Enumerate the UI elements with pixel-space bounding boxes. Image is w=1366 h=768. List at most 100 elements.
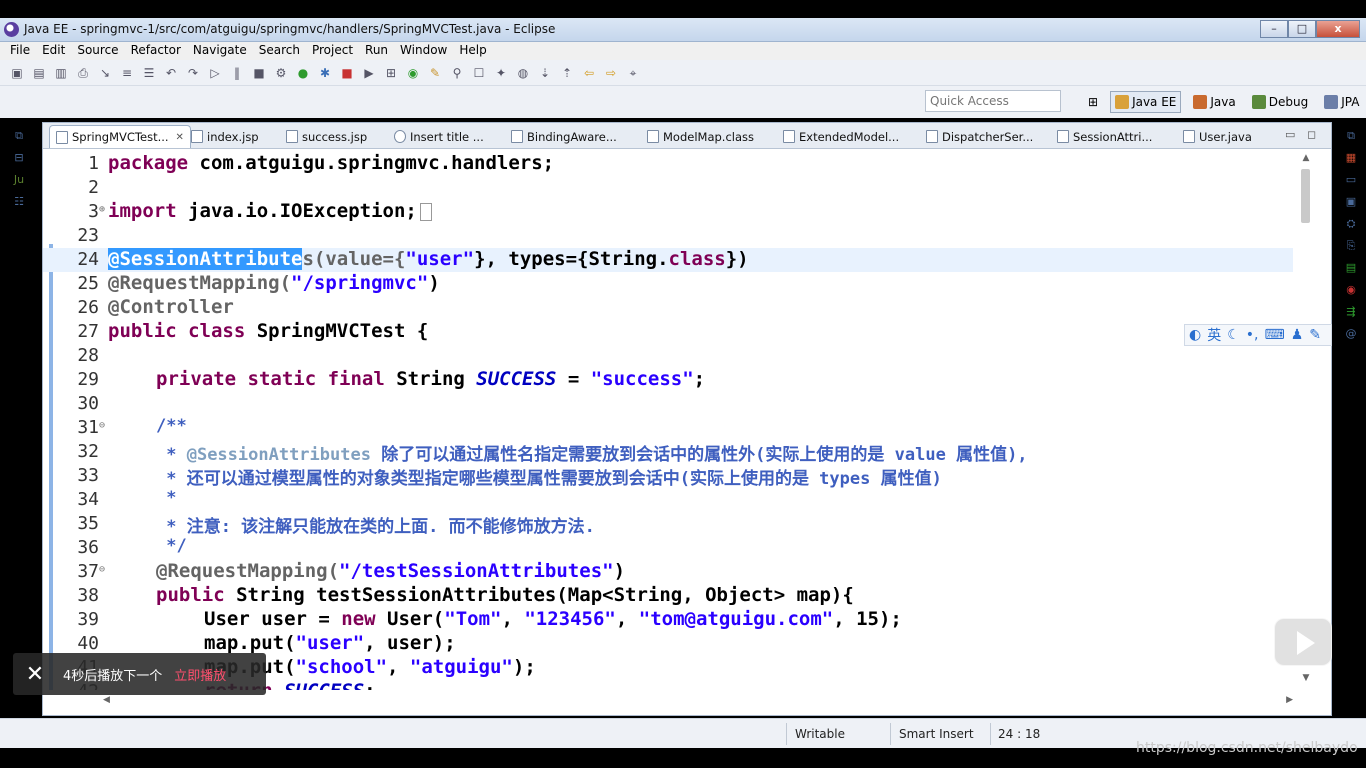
- snippets-icon[interactable]: ⎘: [1343, 238, 1359, 254]
- code-area[interactable]: 1 package com.atguigu.springmvc.handlers…: [43, 150, 1331, 690]
- folded-block-icon[interactable]: [419, 202, 432, 221]
- maximize-editor-icon[interactable]: ◻: [1307, 128, 1316, 141]
- close-tab-icon[interactable]: ✕: [176, 132, 184, 143]
- save-icon[interactable]: ▤: [30, 64, 48, 82]
- minimize-editor-icon[interactable]: ▭: [1285, 128, 1295, 141]
- video-play-button[interactable]: [1274, 618, 1332, 666]
- server-icon[interactable]: ⚙: [272, 64, 290, 82]
- window-title: Java EE - springmvc-1/src/com/atguigu/sp…: [24, 22, 556, 36]
- tab-success-jsp[interactable]: success.jsp: [280, 125, 373, 148]
- ime-moon-icon[interactable]: ☾: [1227, 327, 1240, 343]
- outline-icon[interactable]: ☷: [11, 194, 27, 210]
- new-icon[interactable]: ▣: [8, 64, 26, 82]
- annotation-icon[interactable]: ✦: [492, 64, 510, 82]
- progress-icon[interactable]: ⇶: [1343, 304, 1359, 320]
- junit-icon[interactable]: Ju: [11, 172, 27, 188]
- play-now-link[interactable]: 立即播放: [174, 665, 226, 684]
- scroll-thumb[interactable]: [1301, 169, 1310, 223]
- perspective-java-ee[interactable]: Java EE: [1110, 91, 1182, 113]
- restore-icon[interactable]: ⧉: [11, 128, 27, 144]
- close-button[interactable]: x: [1316, 20, 1360, 38]
- menu-run[interactable]: Run: [359, 42, 394, 60]
- servers-icon[interactable]: ▣: [1343, 194, 1359, 210]
- search-view-icon[interactable]: @: [1343, 326, 1359, 342]
- error-log-icon[interactable]: ◉: [1343, 282, 1359, 298]
- menu-project[interactable]: Project: [306, 42, 359, 60]
- web-browser-icon[interactable]: ◍: [514, 64, 532, 82]
- scroll-right-icon[interactable]: ▶: [1286, 695, 1293, 705]
- minimize-button[interactable]: –: [1260, 20, 1288, 38]
- perspective-jpa[interactable]: JPA: [1320, 91, 1363, 113]
- tab-bindingaware[interactable]: BindingAware...: [505, 125, 623, 148]
- ime-keyboard-icon[interactable]: ⌨: [1265, 327, 1285, 343]
- ime-language-label[interactable]: 英: [1207, 325, 1221, 345]
- quick-access-input[interactable]: [925, 90, 1061, 112]
- forward-icon[interactable]: ⇨: [602, 64, 620, 82]
- perspective-debug[interactable]: Debug: [1248, 91, 1312, 113]
- collapse-fold-icon[interactable]: ⊖: [99, 420, 105, 431]
- tab-modelmap[interactable]: ModelMap.class: [641, 125, 760, 148]
- ime-settings-icon[interactable]: ✎: [1309, 327, 1321, 343]
- ime-logo-icon[interactable]: ◐: [1189, 327, 1201, 343]
- back-icon[interactable]: ⇦: [580, 64, 598, 82]
- markers-icon[interactable]: ▦: [1343, 150, 1359, 166]
- print-icon[interactable]: ⎙: [74, 64, 92, 82]
- menu-edit[interactable]: Edit: [36, 42, 71, 60]
- run-icon[interactable]: ●: [294, 64, 312, 82]
- debug-icon[interactable]: ✱: [316, 64, 334, 82]
- resume-icon[interactable]: ▷: [206, 64, 224, 82]
- perspective-java[interactable]: Java: [1189, 91, 1239, 113]
- close-notification-icon[interactable]: ✕: [13, 662, 57, 687]
- toggle-mark-icon[interactable]: ☰: [140, 64, 158, 82]
- tab-index-jsp[interactable]: index.jsp: [185, 125, 265, 148]
- horizontal-scrollbar[interactable]: ◀ ▶: [103, 695, 1293, 707]
- open-perspective-icon[interactable]: ⊞: [1084, 91, 1102, 113]
- scroll-down-icon[interactable]: ▼: [1299, 673, 1313, 683]
- project-explorer-icon[interactable]: ⊟: [11, 150, 27, 166]
- properties-icon[interactable]: ▭: [1343, 172, 1359, 188]
- previous-annotation-icon[interactable]: ⇡: [558, 64, 576, 82]
- restore-icon[interactable]: ⧉: [1343, 128, 1359, 144]
- save-all-icon[interactable]: ▥: [52, 64, 70, 82]
- menu-window[interactable]: Window: [394, 42, 453, 60]
- open-type-icon[interactable]: ✎: [426, 64, 444, 82]
- collapse-fold-icon[interactable]: ⊖: [99, 564, 105, 575]
- line-number: 37: [77, 561, 99, 582]
- jpa-icon: [1324, 95, 1339, 109]
- tab-insert-title[interactable]: Insert title ...: [388, 125, 490, 148]
- new-class-icon[interactable]: ◉: [404, 64, 422, 82]
- menu-source[interactable]: Source: [71, 42, 124, 60]
- menu-file[interactable]: File: [4, 42, 36, 60]
- menu-help[interactable]: Help: [453, 42, 492, 60]
- tab-sessionattributes[interactable]: SessionAttri...: [1051, 125, 1158, 148]
- open-task-icon[interactable]: ☐: [470, 64, 488, 82]
- external-tools-icon[interactable]: ▶: [360, 64, 378, 82]
- stop-icon[interactable]: ■: [338, 64, 356, 82]
- search-icon[interactable]: ⚲: [448, 64, 466, 82]
- menu-navigate[interactable]: Navigate: [187, 42, 253, 60]
- ime-user-icon[interactable]: ♟: [1291, 327, 1304, 343]
- scroll-left-icon[interactable]: ◀: [103, 695, 110, 705]
- tab-user-java[interactable]: User.java: [1177, 125, 1258, 148]
- format-icon[interactable]: ≡: [118, 64, 136, 82]
- menu-search[interactable]: Search: [253, 42, 306, 60]
- tab-dispatcherservlet[interactable]: DispatcherSer...: [920, 125, 1039, 148]
- tab-springmvctest[interactable]: SpringMVCTest... ✕: [49, 125, 191, 148]
- new-package-icon[interactable]: ⊞: [382, 64, 400, 82]
- next-annotation-icon[interactable]: ⇣: [536, 64, 554, 82]
- pin-editor-icon[interactable]: ⌖: [624, 64, 642, 82]
- toggle-breakpoint-icon[interactable]: ↘: [96, 64, 114, 82]
- data-source-icon[interactable]: ⛭: [1343, 216, 1359, 232]
- redo-icon[interactable]: ↷: [184, 64, 202, 82]
- undo-icon[interactable]: ↶: [162, 64, 180, 82]
- vertical-scrollbar[interactable]: ▲ ▼: [1299, 153, 1313, 683]
- suspend-icon[interactable]: ‖: [228, 64, 246, 82]
- ime-punctuation-icon[interactable]: •,: [1246, 327, 1259, 343]
- terminate-icon[interactable]: ■: [250, 64, 268, 82]
- expand-fold-icon[interactable]: ⊕: [99, 204, 105, 215]
- scroll-up-icon[interactable]: ▲: [1299, 153, 1313, 163]
- tab-extendedmodel[interactable]: ExtendedModel...: [777, 125, 905, 148]
- maximize-button[interactable]: □: [1288, 20, 1316, 38]
- console-icon[interactable]: ▤: [1343, 260, 1359, 276]
- menu-refactor[interactable]: Refactor: [125, 42, 187, 60]
